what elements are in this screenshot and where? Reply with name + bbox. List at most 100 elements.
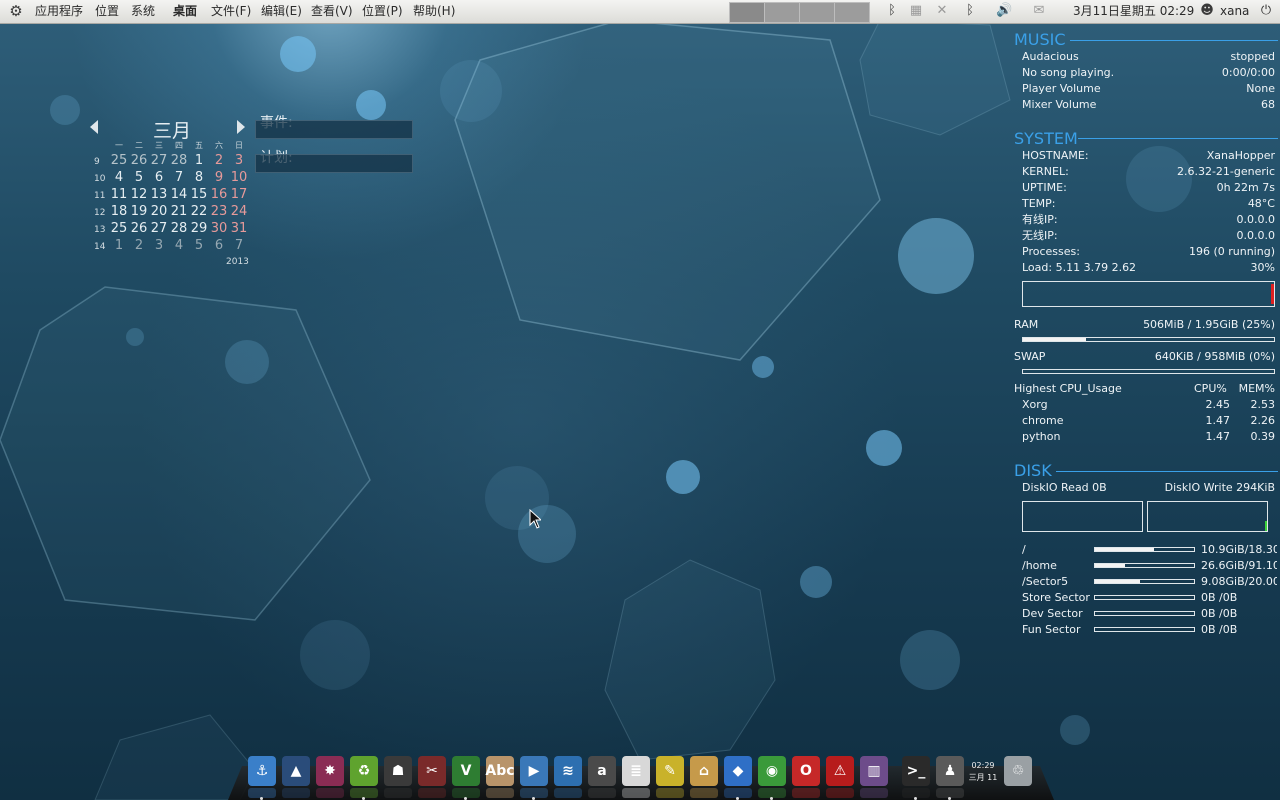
calendar-day[interactable]: 23 xyxy=(209,204,229,219)
dock-clock[interactable]: 02:29 三月 11 xyxy=(962,760,1004,784)
disk-divider xyxy=(1056,471,1278,472)
mount-name: / xyxy=(1022,543,1026,556)
volume-icon[interactable]: 🔊 xyxy=(996,3,1012,19)
amazon-icon[interactable]: a xyxy=(588,756,616,786)
calendar-day[interactable]: 5 xyxy=(129,170,149,185)
calendar-day[interactable]: 4 xyxy=(109,170,129,185)
stat-value: 2.6.32-21-generic xyxy=(1176,165,1275,178)
calendar-day[interactable]: 28 xyxy=(169,221,189,236)
calendar-day[interactable]: 2 xyxy=(129,238,149,253)
video-player-icon[interactable]: ▶ xyxy=(520,756,548,786)
plans-field[interactable] xyxy=(255,154,413,173)
workspace-1[interactable] xyxy=(729,2,765,23)
calendar-day[interactable]: 17 xyxy=(229,187,249,202)
calendar-day[interactable]: 27 xyxy=(149,153,169,168)
vim-icon[interactable]: V xyxy=(452,756,480,786)
terminal-icon[interactable]: >_ xyxy=(902,756,930,786)
calendar-day[interactable]: 27 xyxy=(149,221,169,236)
chrome-icon[interactable]: ◉ xyxy=(758,756,786,786)
stat-row: UPTIME: 0h 22m 7s xyxy=(1012,181,1280,195)
opera-icon[interactable]: O xyxy=(792,756,820,786)
bluetooth-icon[interactable]: ᛒ xyxy=(884,3,900,19)
calendar-day[interactable]: 10 xyxy=(229,170,249,185)
pdf-reader-icon[interactable]: ⚠ xyxy=(826,756,854,786)
calendar-day[interactable]: 19 xyxy=(129,204,149,219)
calendar-day[interactable]: 5 xyxy=(189,238,209,253)
notes-icon[interactable]: ≣ xyxy=(622,756,650,786)
calendar-day[interactable]: 8 xyxy=(189,170,209,185)
menu-help[interactable]: 帮助(H) xyxy=(413,4,455,19)
panel-clock[interactable]: 3月11日星期五 02:29 xyxy=(1073,4,1194,19)
menu-edit[interactable]: 编辑(E) xyxy=(261,4,302,19)
trash-icon[interactable]: ♲ xyxy=(1004,756,1032,786)
user-icon[interactable]: ☻ xyxy=(1199,3,1215,19)
keyboard-icon[interactable]: ▦ xyxy=(908,3,924,19)
menu-places[interactable]: 位置 xyxy=(95,4,119,19)
calendar-day[interactable]: 18 xyxy=(109,204,129,219)
calendar-day[interactable]: 31 xyxy=(229,221,249,236)
disk-section-title: DISK xyxy=(1014,461,1052,480)
power-icon[interactable]: ⏻ xyxy=(1258,3,1274,19)
workspace-2[interactable] xyxy=(764,2,800,23)
next-month-arrow-icon[interactable] xyxy=(237,120,245,134)
calendar-day[interactable]: 29 xyxy=(189,221,209,236)
menu-applications[interactable]: 应用程序 xyxy=(35,4,83,19)
calendar-day[interactable]: 6 xyxy=(209,238,229,253)
bluetooth-icon[interactable]: ᛒ xyxy=(962,3,978,19)
calibre-books-icon[interactable]: ▥ xyxy=(860,756,888,786)
editor-icon[interactable]: ✎ xyxy=(656,756,684,786)
ubuntu-logo-icon[interactable]: ⚙ xyxy=(8,3,24,19)
menu-go[interactable]: 位置(P) xyxy=(362,4,403,19)
calendar-day[interactable]: 6 xyxy=(149,170,169,185)
calendar-day[interactable]: 13 xyxy=(149,187,169,202)
calendar-day[interactable]: 25 xyxy=(109,221,129,236)
calendar-day[interactable]: 15 xyxy=(189,187,209,202)
calendar-day[interactable]: 3 xyxy=(229,153,249,168)
calendar-day[interactable]: 1 xyxy=(189,153,209,168)
calendar-day[interactable]: 21 xyxy=(169,204,189,219)
bokeh xyxy=(898,218,974,294)
calendar-day[interactable]: 2 xyxy=(209,153,229,168)
menu-view[interactable]: 查看(V) xyxy=(311,4,353,19)
calendar-day[interactable]: 22 xyxy=(189,204,209,219)
network-disconnected-icon[interactable]: ✕ xyxy=(934,3,950,19)
matlab-icon[interactable]: ▲ xyxy=(282,756,310,786)
calendar-day[interactable]: 14 xyxy=(169,187,189,202)
calendar-day[interactable]: 16 xyxy=(209,187,229,202)
menu-file[interactable]: 文件(F) xyxy=(211,4,251,19)
prev-month-arrow-icon[interactable] xyxy=(90,120,98,134)
agent-icon[interactable]: ♟ xyxy=(936,756,964,786)
user-name[interactable]: xana xyxy=(1220,4,1249,19)
calendar-day[interactable]: 1 xyxy=(109,238,129,253)
dictionary-icon[interactable]: Abc xyxy=(485,756,515,786)
calendar-day[interactable]: 7 xyxy=(229,238,249,253)
home-folder-icon[interactable]: ⌂ xyxy=(690,756,718,786)
calendar-day[interactable]: 4 xyxy=(169,238,189,253)
calendar-day[interactable]: 26 xyxy=(129,153,149,168)
workspace-3[interactable] xyxy=(799,2,835,23)
calendar-day[interactable]: 26 xyxy=(129,221,149,236)
calendar-day[interactable]: 3 xyxy=(149,238,169,253)
calendar-day[interactable]: 24 xyxy=(229,204,249,219)
calendar-weekday: 三 xyxy=(155,141,163,150)
workspace-4[interactable] xyxy=(834,2,870,23)
recycle-green-icon[interactable]: ♻ xyxy=(350,756,378,786)
calendar-day[interactable]: 20 xyxy=(149,204,169,219)
calendar-day[interactable]: 30 xyxy=(209,221,229,236)
spark-icon[interactable]: ✸ xyxy=(316,756,344,786)
warrior-game-icon[interactable]: ☗ xyxy=(384,756,412,786)
events-field[interactable] xyxy=(255,120,413,139)
calendar-day[interactable]: 28 xyxy=(169,153,189,168)
menu-system[interactable]: 系统 xyxy=(131,4,155,19)
stat-label: HOSTNAME: xyxy=(1022,149,1089,162)
calendar-day[interactable]: 12 xyxy=(129,187,149,202)
cubes-icon[interactable]: ◆ xyxy=(724,756,752,786)
mail-icon[interactable]: ✉ xyxy=(1031,3,1047,19)
tools-icon[interactable]: ✂ xyxy=(418,756,446,786)
calendar-day[interactable]: 25 xyxy=(109,153,129,168)
openoffice-icon[interactable]: ≋ xyxy=(554,756,582,786)
anchor-icon[interactable]: ⚓ xyxy=(248,756,276,786)
calendar-day[interactable]: 11 xyxy=(109,187,129,202)
calendar-day[interactable]: 9 xyxy=(209,170,229,185)
calendar-day[interactable]: 7 xyxy=(169,170,189,185)
